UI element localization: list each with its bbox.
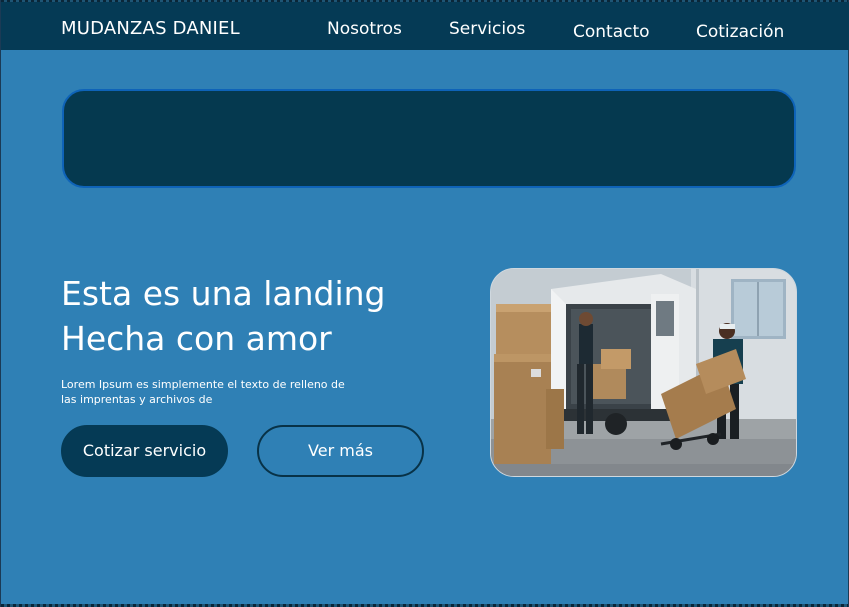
hero-banner <box>62 89 796 188</box>
cotizar-servicio-button[interactable]: Cotizar servicio <box>61 425 228 477</box>
nav-link-servicios[interactable]: Servicios <box>449 19 525 39</box>
hero-description: Lorem Ipsum es simplemente el texto de r… <box>61 378 345 406</box>
brand-logo-text[interactable]: MUDANZAS DANIEL <box>61 18 240 39</box>
ver-mas-button[interactable]: Ver más <box>257 425 424 477</box>
nav-link-nosotros[interactable]: Nosotros <box>327 19 402 39</box>
hero-title-line-2: Hecha con amor <box>61 319 332 358</box>
nav-link-contacto[interactable]: Contacto <box>573 22 650 42</box>
hero-title: Esta es una landing Hecha con amor <box>61 271 386 361</box>
navbar: MUDANZAS DANIEL Nosotros Servicios Conta… <box>1 2 849 50</box>
nav-link-cotizacion[interactable]: Cotización <box>696 22 784 42</box>
hero-photo-movers <box>490 268 797 477</box>
hero-title-line-1: Esta es una landing <box>61 274 386 313</box>
landing-page: MUDANZAS DANIEL Nosotros Servicios Conta… <box>0 0 849 607</box>
